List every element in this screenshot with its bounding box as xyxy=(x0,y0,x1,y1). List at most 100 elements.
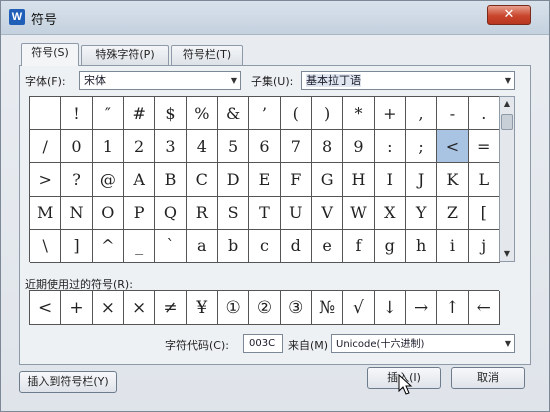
symbol-cell[interactable]: 0 xyxy=(61,130,93,164)
symbol-cell[interactable]: U xyxy=(280,196,312,230)
symbol-cell[interactable]: ’ xyxy=(249,97,281,131)
symbol-cell[interactable]: C xyxy=(186,163,218,197)
symbol-cell[interactable]: N xyxy=(61,196,93,230)
recent-symbol-cell[interactable]: → xyxy=(405,291,438,325)
cancel-button[interactable]: 取消 xyxy=(451,367,525,389)
symbol-cell[interactable]: b xyxy=(217,229,250,263)
symbol-cell[interactable]: H xyxy=(343,163,375,197)
recent-symbol-cell[interactable]: × xyxy=(92,291,124,325)
recent-symbol-cell[interactable]: ↑ xyxy=(437,291,469,325)
title-bar[interactable]: W 符号 ✕ xyxy=(1,1,549,35)
recent-symbol-cell[interactable]: № xyxy=(311,291,344,325)
symbol-cell[interactable]: P xyxy=(123,196,156,230)
recent-symbol-cell[interactable]: ← xyxy=(468,291,500,325)
symbol-cell[interactable]: I xyxy=(374,163,406,197)
symbol-cell[interactable]: S xyxy=(217,196,250,230)
symbol-cell[interactable]: > xyxy=(30,163,62,197)
symbol-cell[interactable]: V xyxy=(311,196,344,230)
symbol-cell[interactable]: & xyxy=(217,97,250,131)
symbol-cell[interactable]: * xyxy=(343,97,375,131)
symbol-cell[interactable]: / xyxy=(30,130,62,164)
symbol-cell[interactable]: 6 xyxy=(249,130,281,164)
symbol-cell[interactable]: [ xyxy=(468,196,500,230)
symbol-cell[interactable]: h xyxy=(405,229,438,263)
symbol-cell[interactable]: $ xyxy=(155,97,187,131)
symbol-cell[interactable]: D xyxy=(217,163,250,197)
symbol-cell[interactable]: G xyxy=(311,163,344,197)
symbol-cell[interactable]: 9 xyxy=(343,130,375,164)
symbol-cell[interactable]: % xyxy=(186,97,218,131)
symbol-cell[interactable]: 5 xyxy=(217,130,250,164)
symbol-cell[interactable]: a xyxy=(186,229,218,263)
symbol-cell[interactable]: E xyxy=(249,163,281,197)
symbol-cell[interactable]: M xyxy=(30,196,62,230)
recent-symbol-cell[interactable]: ↓ xyxy=(374,291,406,325)
symbol-cell[interactable]: X xyxy=(374,196,406,230)
subset-select[interactable]: 基本拉丁语 ▼ xyxy=(301,71,515,90)
symbol-cell[interactable]: A xyxy=(123,163,156,197)
symbol-cell[interactable]: 1 xyxy=(92,130,124,164)
symbol-cell[interactable]: K xyxy=(437,163,469,197)
insert-to-symbol-bar-button[interactable]: 插入到符号栏(Y) xyxy=(19,371,117,393)
tab-symbols[interactable]: 符号(S) xyxy=(21,43,79,66)
symbol-cell[interactable]: # xyxy=(123,97,156,131)
symbol-grid-scrollbar[interactable]: ▲ ▼ xyxy=(499,96,515,262)
symbol-cell[interactable]: < xyxy=(437,130,469,164)
symbol-cell[interactable]: ? xyxy=(61,163,93,197)
recent-symbol-cell[interactable]: × xyxy=(123,291,156,325)
symbol-cell[interactable]: ] xyxy=(61,229,93,263)
symbol-cell[interactable]: Z xyxy=(437,196,469,230)
symbol-cell[interactable]: - xyxy=(437,97,469,131)
symbol-cell[interactable]: \ xyxy=(30,229,62,263)
symbol-cell[interactable]: j xyxy=(468,229,500,263)
symbol-cell[interactable]: ( xyxy=(280,97,312,131)
symbol-cell[interactable]: c xyxy=(249,229,281,263)
recent-symbol-cell[interactable]: + xyxy=(61,291,93,325)
symbol-cell[interactable]: 4 xyxy=(186,130,218,164)
recent-symbol-cell[interactable]: ≠ xyxy=(155,291,187,325)
symbol-cell[interactable]: Q xyxy=(155,196,187,230)
symbol-cell[interactable]: T xyxy=(249,196,281,230)
symbol-cell[interactable]: F xyxy=(280,163,312,197)
close-button[interactable]: ✕ xyxy=(487,5,531,25)
symbol-cell[interactable]: ^ xyxy=(92,229,124,263)
char-code-input[interactable]: 003C xyxy=(243,334,283,353)
recent-symbol-cell[interactable]: ① xyxy=(217,291,250,325)
symbol-cell[interactable]: d xyxy=(280,229,312,263)
symbol-cell[interactable]: ) xyxy=(311,97,344,131)
symbol-cell[interactable]: L xyxy=(468,163,500,197)
symbol-cell[interactable]: = xyxy=(468,130,500,164)
symbol-cell[interactable]: _ xyxy=(123,229,156,263)
recent-symbol-cell[interactable]: √ xyxy=(343,291,375,325)
tab-symbol-bar[interactable]: 符号栏(T) xyxy=(171,45,243,65)
symbol-cell[interactable]: g xyxy=(374,229,406,263)
symbol-cell[interactable]: J xyxy=(405,163,438,197)
symbol-cell[interactable]: 3 xyxy=(155,130,187,164)
scroll-up-icon[interactable]: ▲ xyxy=(500,97,514,111)
recent-symbol-cell[interactable]: < xyxy=(30,291,62,325)
symbol-cell[interactable]: + xyxy=(374,97,406,131)
symbol-cell[interactable]: f xyxy=(343,229,375,263)
symbol-cell[interactable]: ; xyxy=(405,130,438,164)
symbol-cell[interactable]: @ xyxy=(92,163,124,197)
symbol-cell[interactable]: , xyxy=(405,97,438,131)
recent-symbol-cell[interactable]: ③ xyxy=(280,291,312,325)
symbol-cell[interactable] xyxy=(30,97,62,131)
font-select[interactable]: 宋体 ▼ xyxy=(79,71,241,90)
symbol-cell[interactable]: ″ xyxy=(92,97,124,131)
symbol-cell[interactable]: i xyxy=(437,229,469,263)
recent-symbol-cell[interactable]: ② xyxy=(249,291,281,325)
scrollbar-thumb[interactable] xyxy=(501,114,513,130)
scroll-down-icon[interactable]: ▼ xyxy=(500,247,514,261)
tab-special-characters[interactable]: 特殊字符(P) xyxy=(81,45,169,65)
symbol-cell[interactable]: 2 xyxy=(123,130,156,164)
symbol-cell[interactable]: R xyxy=(186,196,218,230)
symbol-cell[interactable]: O xyxy=(92,196,124,230)
symbol-cell[interactable]: W xyxy=(343,196,375,230)
symbol-cell[interactable]: : xyxy=(374,130,406,164)
symbol-cell[interactable]: 8 xyxy=(311,130,344,164)
symbol-cell[interactable]: ! xyxy=(61,97,93,131)
symbol-cell[interactable]: ` xyxy=(155,229,187,263)
symbol-cell[interactable]: e xyxy=(311,229,344,263)
symbol-cell[interactable]: Y xyxy=(405,196,438,230)
